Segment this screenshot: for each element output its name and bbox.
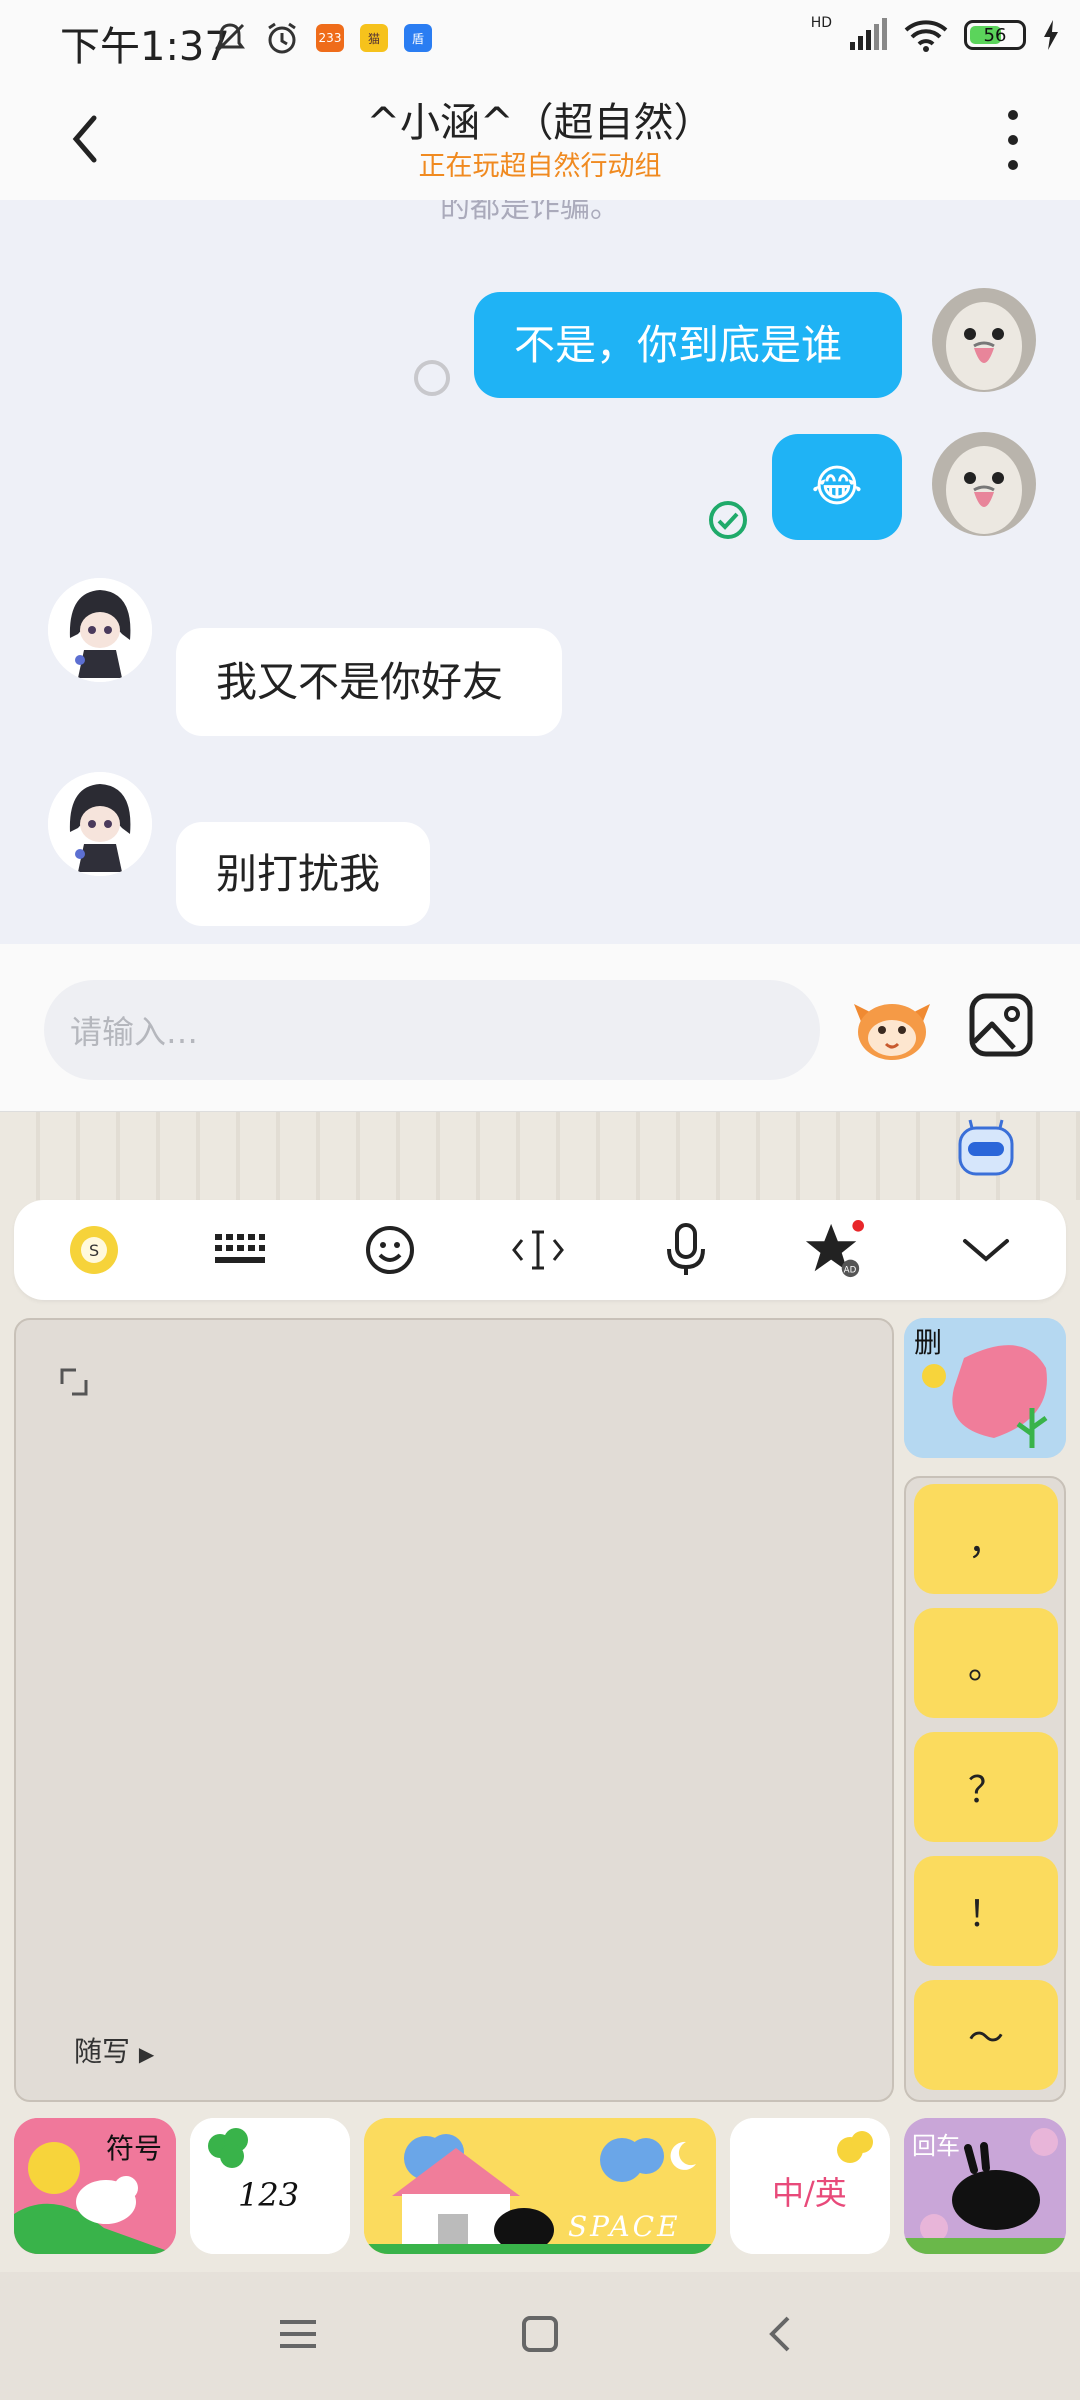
punct-key-period[interactable]: 。 xyxy=(914,1608,1058,1718)
app-cat-icon: 猫 xyxy=(360,24,388,52)
status-right-icons: HD 56 xyxy=(810,15,1060,52)
lang-key-art: 中/英 xyxy=(730,2118,890,2254)
cursor-icon[interactable] xyxy=(508,1220,568,1280)
bird-avatar-image xyxy=(932,432,1036,536)
system-nav-bar xyxy=(0,2272,1080,2400)
enter-key-art: 回车 xyxy=(904,2118,1066,2254)
punctuation-column: ， 。 ？ ！ ～ xyxy=(904,1476,1066,2102)
message-bubble-in[interactable]: 别打扰我 xyxy=(176,822,430,926)
charging-icon xyxy=(1044,20,1058,50)
contact-avatar[interactable] xyxy=(48,578,152,682)
keyboard-toolbar: S AD xyxy=(14,1200,1066,1300)
punct-key-comma[interactable]: ， xyxy=(914,1484,1058,1594)
delete-key-label: 删 xyxy=(914,1326,942,1359)
app-233-icon: 233 xyxy=(316,24,344,52)
bell-muted-icon xyxy=(215,23,245,53)
anime-avatar-image xyxy=(48,772,152,876)
contact-name: ^小涵^（超自然） xyxy=(366,100,714,146)
status-time: 下午1:37 xyxy=(60,24,230,70)
punct-key-exclaim[interactable]: ！ xyxy=(914,1856,1058,1966)
enter-key-label: 回车 xyxy=(912,2132,960,2160)
home-nav-icon[interactable] xyxy=(516,2310,564,2358)
mascot-sticker-icon[interactable] xyxy=(852,994,932,1062)
battery-icon: 56 xyxy=(964,20,1026,50)
input-bar: 请输入… xyxy=(0,944,1080,1112)
status-left-icons: 233 猫 盾 xyxy=(212,20,432,56)
back-nav-icon[interactable] xyxy=(758,2310,806,2358)
space-key-label: SPACE xyxy=(568,2210,681,2243)
screen: 下午1:37 233 猫 盾 HD 56 ^小涵^（超自然） 正在玩超自然行动组… xyxy=(0,0,1080,2400)
delete-key-art: 删 xyxy=(904,1318,1066,1458)
image-picker-icon[interactable] xyxy=(968,992,1034,1058)
sogou-keyboard: S AD 随写 ▶ 删 ， 。 ？ ！ ～ 符号 123 SPACE 中/英 回… xyxy=(0,1112,1080,2272)
scribble-label: 随写 xyxy=(74,2035,131,2068)
truncated-message: 的都是诈骗。 xyxy=(440,200,620,225)
star-ad-icon[interactable]: AD xyxy=(804,1220,864,1280)
numbers-key-label: 123 xyxy=(238,2176,299,2214)
more-menu-icon[interactable] xyxy=(1002,110,1024,170)
svg-text:S: S xyxy=(89,1241,99,1260)
delete-key[interactable]: 删 xyxy=(904,1318,1066,1458)
anime-avatar-image xyxy=(48,578,152,682)
robot-assistant-icon[interactable] xyxy=(956,1118,1016,1178)
hd-label: HD xyxy=(810,15,832,31)
microphone-icon[interactable] xyxy=(656,1220,716,1280)
contact-avatar[interactable] xyxy=(48,772,152,876)
numbers-key[interactable]: 123 xyxy=(190,2118,350,2254)
read-check-icon xyxy=(709,501,747,539)
symbols-key-art: 符号 xyxy=(14,2118,176,2254)
enter-key[interactable]: 回车 xyxy=(904,2118,1066,2254)
handwriting-pad[interactable]: 随写 ▶ xyxy=(14,1318,894,2102)
ad-badge: AD xyxy=(844,1265,857,1275)
contact-status: 正在玩超自然行动组 xyxy=(418,151,662,182)
message-list[interactable]: 的都是诈骗。 不是，你到底是谁 😂 我又不是你好友 别打扰我 xyxy=(0,200,1080,944)
status-bar: 下午1:37 233 猫 盾 HD 56 xyxy=(0,0,1080,82)
keyboard-skin-stripe xyxy=(0,1112,1080,1200)
shield-app-icon: 盾 xyxy=(404,24,432,52)
keyboard-layout-icon[interactable] xyxy=(210,1220,270,1280)
battery-level: 56 xyxy=(983,24,1007,46)
message-input[interactable]: 请输入… xyxy=(44,980,820,1080)
punct-key-tilde[interactable]: ～ xyxy=(914,1980,1058,2090)
signal-icon xyxy=(850,18,887,50)
my-avatar[interactable] xyxy=(932,432,1036,536)
lang-key-label: 中/英 xyxy=(772,2174,847,2212)
lang-switch-key[interactable]: 中/英 xyxy=(730,2118,890,2254)
emoji-icon[interactable] xyxy=(360,1220,420,1280)
my-avatar[interactable] xyxy=(932,288,1036,392)
bird-avatar-image xyxy=(932,288,1036,392)
space-key-art: SPACE xyxy=(364,2118,716,2254)
symbols-key-label: 符号 xyxy=(106,2132,162,2165)
alarm-icon xyxy=(268,22,296,54)
menu-nav-icon[interactable] xyxy=(274,2310,322,2358)
symbols-key[interactable]: 符号 xyxy=(14,2118,176,2254)
message-bubble-out[interactable]: 不是，你到底是谁 xyxy=(474,292,902,398)
message-bubble-out-emoji[interactable]: 😂 xyxy=(772,434,902,540)
numbers-key-art: 123 xyxy=(190,2118,350,2254)
punct-key-question[interactable]: ？ xyxy=(914,1732,1058,1842)
sending-status-icon xyxy=(414,360,450,396)
wifi-icon xyxy=(904,20,948,52)
collapse-keyboard-icon[interactable] xyxy=(956,1220,1016,1280)
chat-header: ^小涵^（超自然） 正在玩超自然行动组 xyxy=(0,82,1080,200)
play-triangle-icon: ▶ xyxy=(138,2042,155,2066)
scribble-mode-toggle[interactable]: 随写 ▶ xyxy=(74,2030,154,2070)
sogou-logo-icon[interactable]: S xyxy=(64,1220,124,1280)
space-key[interactable]: SPACE xyxy=(364,2118,716,2254)
message-bubble-in[interactable]: 我又不是你好友 xyxy=(176,628,562,736)
expand-corner-icon[interactable] xyxy=(58,1366,90,1398)
